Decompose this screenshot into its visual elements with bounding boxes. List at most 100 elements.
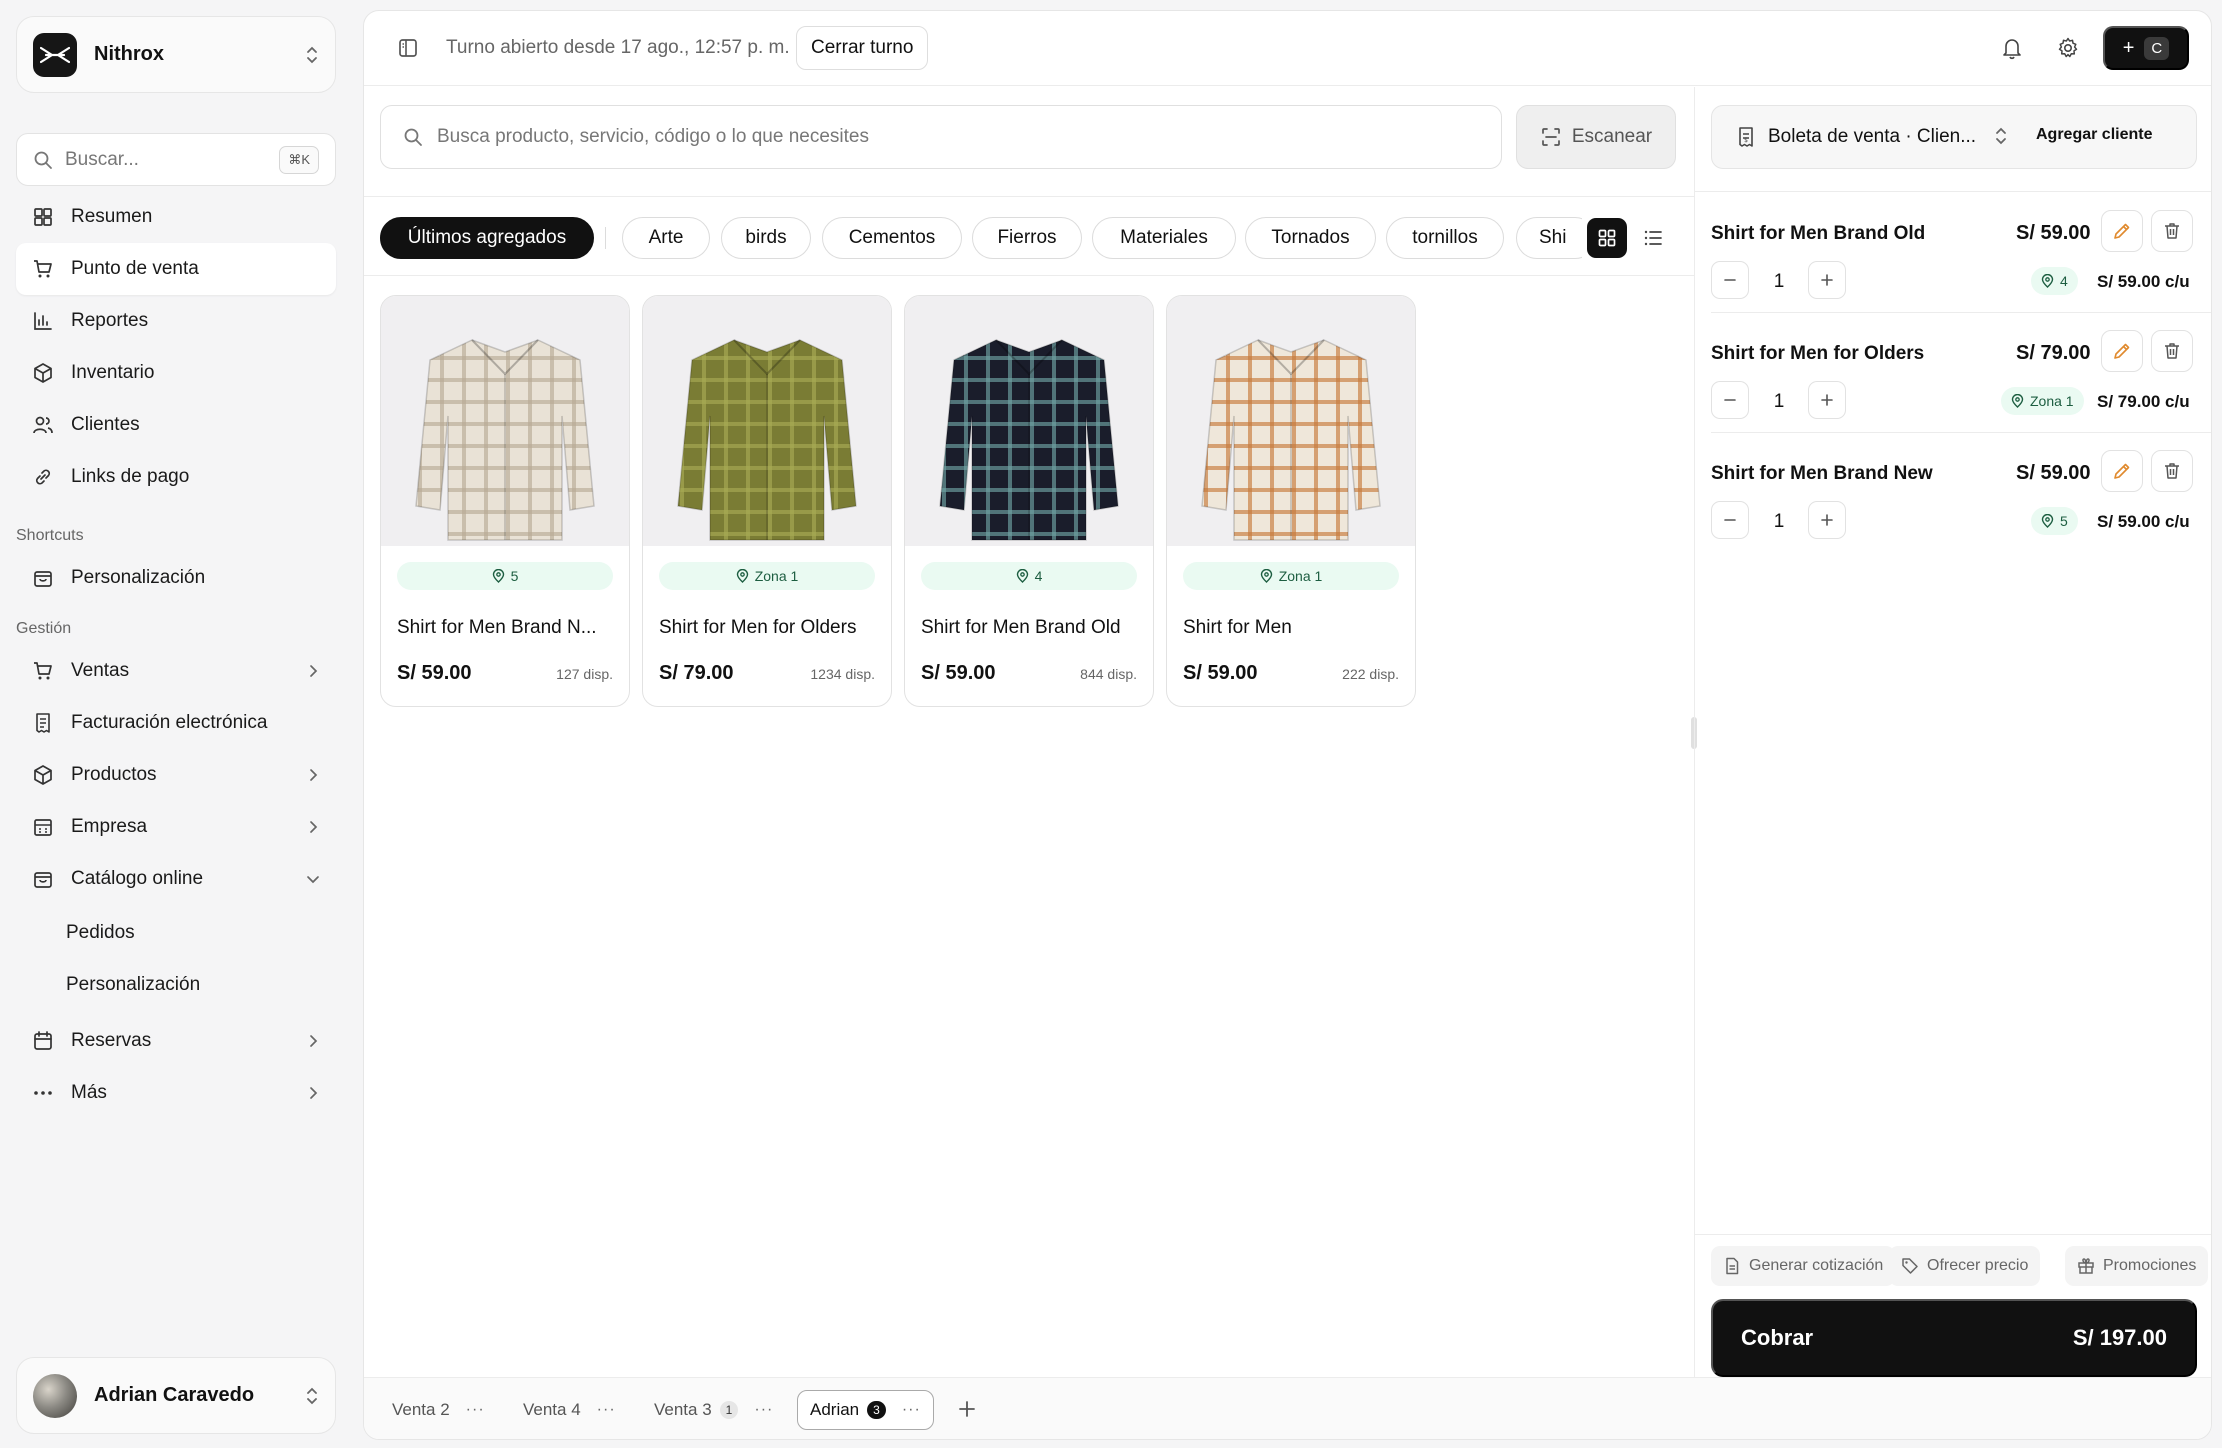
scan-icon [1540, 126, 1562, 148]
tab-count-badge: 1 [719, 1401, 739, 1419]
cart-item: Shirt for Men Brand Old S/ 59.00 1 4 S/ 59.0… [1711, 193, 2211, 313]
sidebar-item-productos[interactable]: Productos [16, 749, 336, 801]
search-shortcut: ⌘K [279, 145, 319, 174]
increase-quantity-button[interactable] [1808, 501, 1846, 539]
promotions-button[interactable]: Promociones [2065, 1246, 2209, 1286]
cart-item-name: Shirt for Men for Olders [1711, 343, 1925, 364]
sidebar-item-empresa[interactable]: Empresa [16, 801, 336, 853]
category-chip-arte[interactable]: Arte [622, 217, 710, 259]
sidebar-item-reportes[interactable]: Reportes [16, 295, 336, 347]
product-card[interactable]: Zona 1 Shirt for Men S/ 59.00 222 disp. [1166, 295, 1416, 707]
chevron-down-icon [306, 872, 320, 886]
sidebar-item-personalizacion-shortcut[interactable]: Personalización [16, 552, 336, 604]
product-card[interactable]: 4 Shirt for Men Brand Old S/ 59.00 844 disp… [904, 295, 1154, 707]
sidebar-item-catalogo-online[interactable]: Catálogo online [16, 853, 336, 905]
edit-icon[interactable] [2101, 450, 2143, 492]
list-view-icon[interactable] [1633, 218, 1673, 258]
user-menu[interactable]: Adrian Caravedo [16, 1357, 336, 1434]
grid-view-icon[interactable] [1587, 218, 1627, 258]
increase-quantity-button[interactable] [1808, 261, 1846, 299]
product-stock: 222 disp. [1342, 666, 1399, 682]
decrease-quantity-button[interactable] [1711, 501, 1749, 539]
sidebar-item-inventario[interactable]: Inventario [16, 347, 336, 399]
sidebar-subitem-pedidos[interactable]: Pedidos [66, 922, 135, 944]
edit-icon[interactable] [2101, 210, 2143, 252]
sidebar-item-clientes[interactable]: Clientes [16, 399, 336, 451]
more-icon[interactable]: ··· [902, 1401, 921, 1419]
generate-quote-button[interactable]: Generar cotización [1711, 1246, 1896, 1286]
category-chip-tornillos[interactable]: tornillos [1386, 217, 1504, 259]
sidebar-item-label: Ventas [71, 660, 130, 681]
decrease-quantity-button[interactable] [1711, 381, 1749, 419]
location-label: 5 [510, 568, 519, 584]
sidebar-item-punto-de-venta[interactable]: Punto de venta [16, 243, 336, 295]
product-name: Shirt for Men [1183, 617, 1292, 638]
category-chip-materiales[interactable]: Materiales [1092, 217, 1236, 259]
search-icon [33, 150, 53, 170]
new-item-button[interactable]: + C [2103, 26, 2189, 70]
plus-label: + [2122, 36, 2135, 59]
category-chip-ultimos[interactable]: Últimos agregados [380, 217, 594, 259]
location-pin-icon [2011, 394, 2024, 408]
add-tab-icon[interactable] [956, 1398, 978, 1420]
bell-icon[interactable] [2001, 36, 2023, 60]
product-search-input[interactable]: Busca producto, servicio, código o lo qu… [380, 105, 1502, 169]
close-shift-button[interactable]: Cerrar turno [796, 26, 929, 70]
svg-text:$: $ [1744, 137, 1748, 144]
product-card[interactable]: 5 Shirt for Men Brand N... S/ 59.00 127 dis… [380, 295, 630, 707]
location-badge: 5 [2031, 507, 2078, 535]
sidebar-item-label: Reservas [71, 1030, 152, 1051]
sidebar-item-resumen[interactable]: Resumen [16, 191, 336, 243]
tag-icon [1901, 1257, 1919, 1275]
category-chip-fierros[interactable]: Fierros [972, 217, 1082, 259]
more-icon[interactable]: ··· [597, 1401, 616, 1419]
location-badge: 4 [921, 562, 1137, 590]
sale-tab-active[interactable]: Adrian 3 ··· [797, 1390, 934, 1430]
sidebar-item-label: Clientes [71, 414, 140, 435]
decrease-quantity-button[interactable] [1711, 261, 1749, 299]
sidebar-item-label: Inventario [71, 362, 155, 383]
scan-button[interactable]: Escanear [1516, 105, 1676, 169]
charge-label: Cobrar [1741, 1325, 1814, 1350]
trash-icon[interactable] [2151, 210, 2193, 252]
sidebar-item-label: Facturación electrónica [71, 712, 268, 733]
more-icon[interactable]: ··· [466, 1401, 485, 1419]
sale-tab[interactable]: Venta 4 ··· [511, 1390, 628, 1430]
sidebar-subitem-personalizacion[interactable]: Personalización [66, 974, 200, 996]
sidebar-item-links-de-pago[interactable]: Links de pago [16, 451, 336, 503]
gear-icon[interactable] [2056, 36, 2080, 60]
increase-quantity-button[interactable] [1808, 381, 1846, 419]
workspace-switcher[interactable]: Nithrox [16, 16, 336, 93]
sale-tab[interactable]: Venta 3 1 ··· [642, 1390, 785, 1430]
product-image [1167, 296, 1415, 546]
cart-item: Shirt for Men Brand New S/ 59.00 1 5 S/ 59.0… [1711, 433, 2211, 553]
trash-icon[interactable] [2151, 450, 2193, 492]
sidebar-item-mas[interactable]: Más [16, 1067, 336, 1119]
category-chip-birds[interactable]: birds [721, 217, 811, 259]
trash-icon[interactable] [2151, 330, 2193, 372]
more-icon[interactable]: ··· [754, 1401, 773, 1419]
document-type-selector[interactable]: $ Boleta de venta · Clien... Agregar cli… [1711, 105, 2197, 169]
location-badge: 5 [397, 562, 613, 590]
sidebar-search[interactable]: Buscar... ⌘K [16, 133, 336, 186]
sale-tab[interactable]: Venta 2 ··· [380, 1390, 497, 1430]
sidebar-item-ventas[interactable]: Ventas [16, 645, 336, 697]
product-image [381, 296, 629, 546]
sidebar-item-label: Reportes [71, 310, 149, 331]
offer-price-button[interactable]: Ofrecer precio [1889, 1246, 2041, 1286]
sale-total: S/ 197.00 [2072, 1325, 2167, 1350]
category-chip-cementos[interactable]: Cementos [822, 217, 962, 259]
edit-icon[interactable] [2101, 330, 2143, 372]
product-price: S/ 59.00 [397, 662, 472, 684]
add-client-button[interactable]: Agregar cliente [2036, 126, 2152, 144]
product-card[interactable]: Zona 1 Shirt for Men for Olders S/ 79.00 12… [642, 295, 892, 707]
charge-button[interactable]: Cobrar S/ 197.00 [1711, 1299, 2197, 1377]
tab-label: Venta 2 [392, 1400, 450, 1419]
sidebar-toggle-icon[interactable] [397, 37, 419, 59]
product-name: Shirt for Men for Olders [659, 617, 857, 638]
category-chip-tornados[interactable]: Tornados [1245, 217, 1376, 259]
cart-item-unit-price: S/ 59.00 c/u [2097, 512, 2190, 531]
sidebar-item-reservas[interactable]: Reservas [16, 1015, 336, 1067]
chevron-updown-icon [1994, 126, 2008, 146]
sidebar-item-facturacion[interactable]: Facturación electrónica [16, 697, 336, 749]
